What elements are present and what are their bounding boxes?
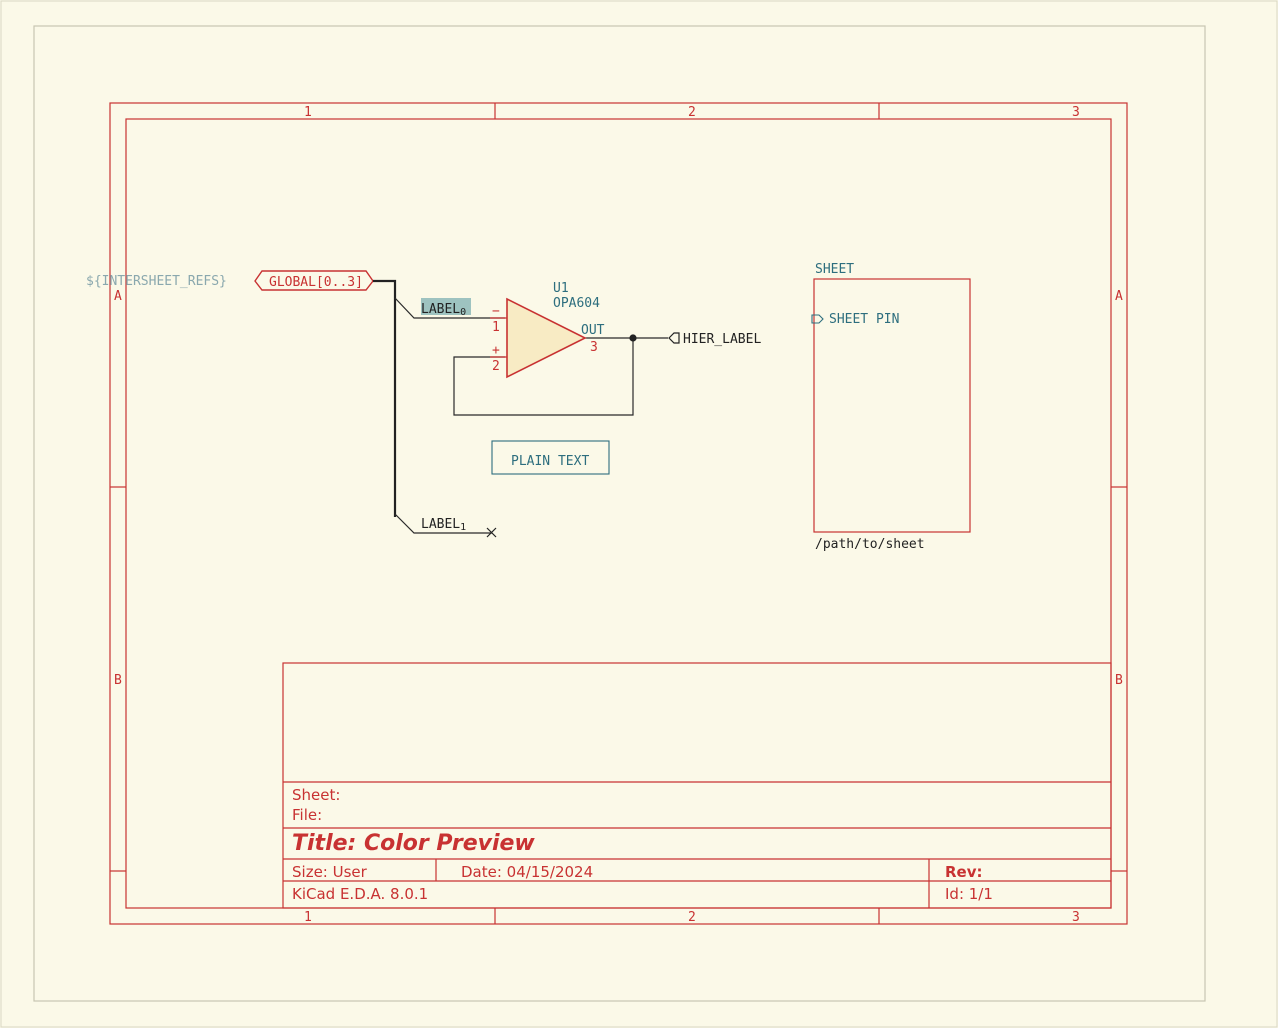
title-block-id: Id: 1/1	[945, 885, 993, 903]
hier-label[interactable]: HIER_LABEL	[668, 332, 761, 347]
title-block-title: Title: Color Preview	[292, 831, 535, 856]
opamp-pin3-number: 3	[590, 340, 598, 355]
title-block-generator: KiCad E.D.A. 8.0.1	[292, 885, 428, 903]
title-block-size: Size: User	[292, 863, 368, 881]
sheet-file-path[interactable]: /path/to/sheet	[815, 537, 925, 552]
junction-dot[interactable]	[629, 334, 637, 342]
hier-label-text: HIER_LABEL	[683, 332, 761, 347]
net-label-1[interactable]: LABEL1	[421, 517, 466, 533]
frame-row-label-right: A	[1115, 289, 1123, 304]
paper-sheet	[33, 25, 1206, 1002]
net-label-0-subscript: 0	[460, 307, 466, 318]
opamp-plus-sign: +	[492, 343, 500, 358]
frame-column-label-bottom: 2	[688, 910, 696, 925]
intersheet-refs-field[interactable]: ${INTERSHEET_REFS}	[86, 274, 227, 289]
title-block-file-label: File:	[292, 806, 322, 824]
opamp-pin1-number: 1	[492, 320, 500, 335]
global-label[interactable]: GLOBAL[0..3]	[254, 270, 374, 291]
frame-column-label-bottom: 3	[1072, 910, 1080, 925]
frame-row-label-left: B	[114, 673, 122, 688]
frame-row-label-left: A	[114, 289, 122, 304]
net-label-0[interactable]: LABEL0	[421, 298, 471, 318]
net-label-0-text: LABEL	[421, 302, 460, 317]
opamp-value[interactable]: OPA604	[553, 296, 600, 311]
sheet-pin-text: SHEET PIN	[829, 312, 899, 327]
opamp-pin2-number: 2	[492, 359, 500, 374]
net-label-1-text: LABEL	[421, 517, 460, 532]
svg-text:LABEL1: LABEL1	[421, 517, 466, 533]
svg-text:LABEL0: LABEL0	[421, 302, 466, 318]
opamp-reference[interactable]: U1	[553, 281, 569, 296]
title-block-rev: Rev:	[945, 863, 983, 881]
frame-column-label-bottom: 1	[304, 910, 312, 925]
frame-column-label-top: 1	[304, 105, 312, 120]
plain-text: PLAIN TEXT	[511, 454, 589, 469]
opamp-out-label: OUT	[581, 323, 605, 338]
frame-row-label-right: B	[1115, 673, 1123, 688]
opamp-minus-sign: −	[492, 304, 500, 319]
title-block-date: Date: 04/15/2024	[461, 863, 593, 881]
frame-column-label-top: 3	[1072, 105, 1080, 120]
frame-column-label-top: 2	[688, 105, 696, 120]
sheet-name[interactable]: SHEET	[815, 262, 854, 277]
global-label-text: GLOBAL[0..3]	[269, 275, 363, 290]
title-block-sheet-label: Sheet:	[292, 786, 340, 804]
schematic-canvas[interactable]: 1 2 3 1 2 3 A B A B ${INTERSHEET_REFS} G…	[0, 0, 1278, 1028]
net-label-1-subscript: 1	[460, 522, 466, 533]
